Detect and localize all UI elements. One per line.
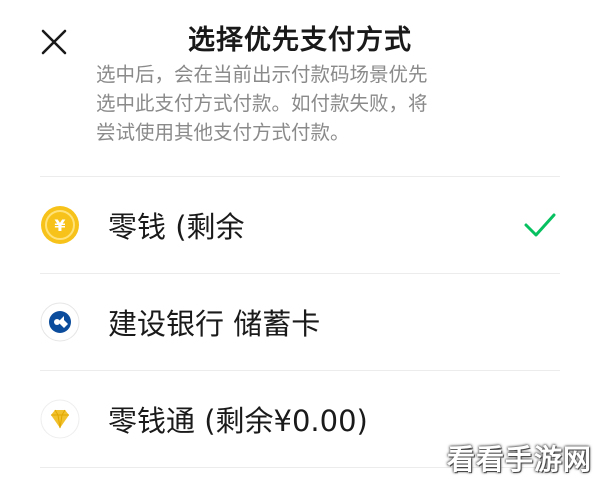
payment-option-change[interactable]: ¥ 零钱 (剩余 [40,177,560,273]
description-line: 选中后，会在当前出示付款码场景优先 [96,63,428,86]
description: 选中后，会在当前出示付款码场景优先 选中此支付方式付款。如付款失败，将 尝试使用… [96,60,516,147]
svg-text:¥: ¥ [54,216,65,235]
watermark: 看看手游网 [446,443,592,476]
ccb-bank-icon [40,302,80,342]
payment-option-label: 零钱 (剩余 [108,210,245,244]
coin-icon: ¥ [40,205,80,245]
payment-option-label: 零钱通 (剩余¥0.00) [108,404,368,438]
payment-method-sheet: 选择优先支付方式 选中后，会在当前出示付款码场景优先 选中此支付方式付款。如付款… [0,0,600,484]
description-line: 尝试使用其他支付方式付款。 [96,121,350,144]
payment-option-label: 建设银行 储蓄卡 [108,307,321,341]
diamond-icon [40,399,80,439]
payment-option-ccb-debit[interactable]: 建设银行 储蓄卡 [40,274,560,370]
page-title: 选择优先支付方式 [188,25,412,56]
payment-method-list: ¥ 零钱 (剩余 建设银行 储蓄卡 零钱通 (剩余¥0.00) [40,176,560,468]
checkmark-icon [522,207,558,243]
description-line: 选中此支付方式付款。如付款失败，将 [96,92,428,115]
